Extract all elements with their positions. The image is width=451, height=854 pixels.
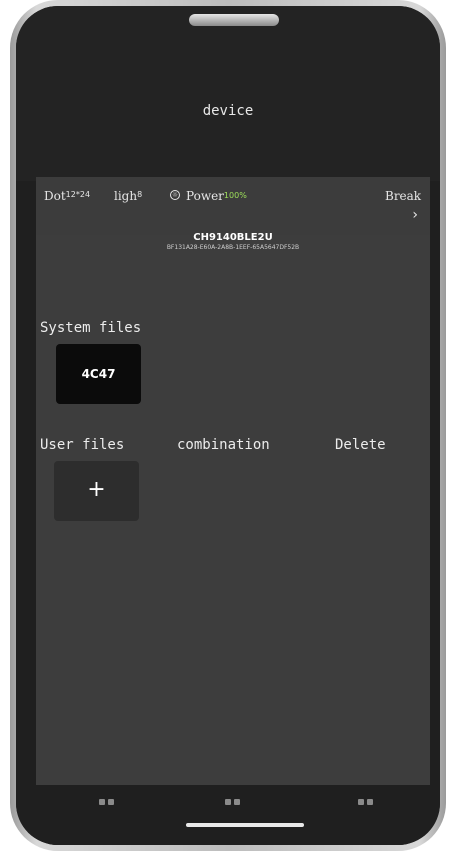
system-files-label: System files	[40, 320, 142, 336]
speaker-grille	[189, 14, 279, 26]
combination-button[interactable]: combination	[177, 437, 270, 453]
power-label: Power100%	[186, 189, 247, 203]
bottom-navigation	[16, 785, 440, 845]
phone-screen: device Dot12*24 ligh8 ☼ Power100% Break …	[16, 6, 440, 845]
device-status-bar[interactable]: Dot12*24 ligh8 ☼ Power100% Break ›	[36, 177, 430, 235]
dot-label: Dot12*24	[44, 189, 91, 203]
nav-right-icon[interactable]	[357, 797, 375, 807]
add-user-file-button[interactable]: +	[54, 461, 139, 521]
power-value: 100%	[223, 191, 247, 200]
light-label: ligh8	[114, 189, 143, 203]
break-label[interactable]: Break	[385, 189, 421, 203]
phone-frame: device Dot12*24 ligh8 ☼ Power100% Break …	[10, 0, 446, 851]
delete-button[interactable]: Delete	[335, 437, 386, 453]
main-content: CH9140BLE2U BF131A28-E60A-2A8B-1EEF-65A5…	[36, 232, 430, 785]
light-value: 8	[137, 190, 143, 199]
device-uuid: BF131A28-E60A-2A8B-1EEF-65A5647DF52B	[166, 244, 300, 251]
home-indicator[interactable]	[186, 823, 304, 827]
device-name: CH9140BLE2U	[193, 232, 273, 243]
chevron-right-icon[interactable]: ›	[412, 207, 418, 223]
page-title: device	[202, 103, 254, 119]
nav-center-icon[interactable]	[224, 797, 242, 807]
status-row: Dot12*24 ligh8 ☼ Power100% Break	[44, 189, 422, 203]
nav-left-icon[interactable]	[98, 797, 116, 807]
dot-value: 12*24	[65, 190, 91, 199]
top-header: device	[16, 6, 440, 181]
user-files-label: User files	[40, 437, 125, 453]
system-file-tile[interactable]: 4C47	[56, 344, 141, 404]
